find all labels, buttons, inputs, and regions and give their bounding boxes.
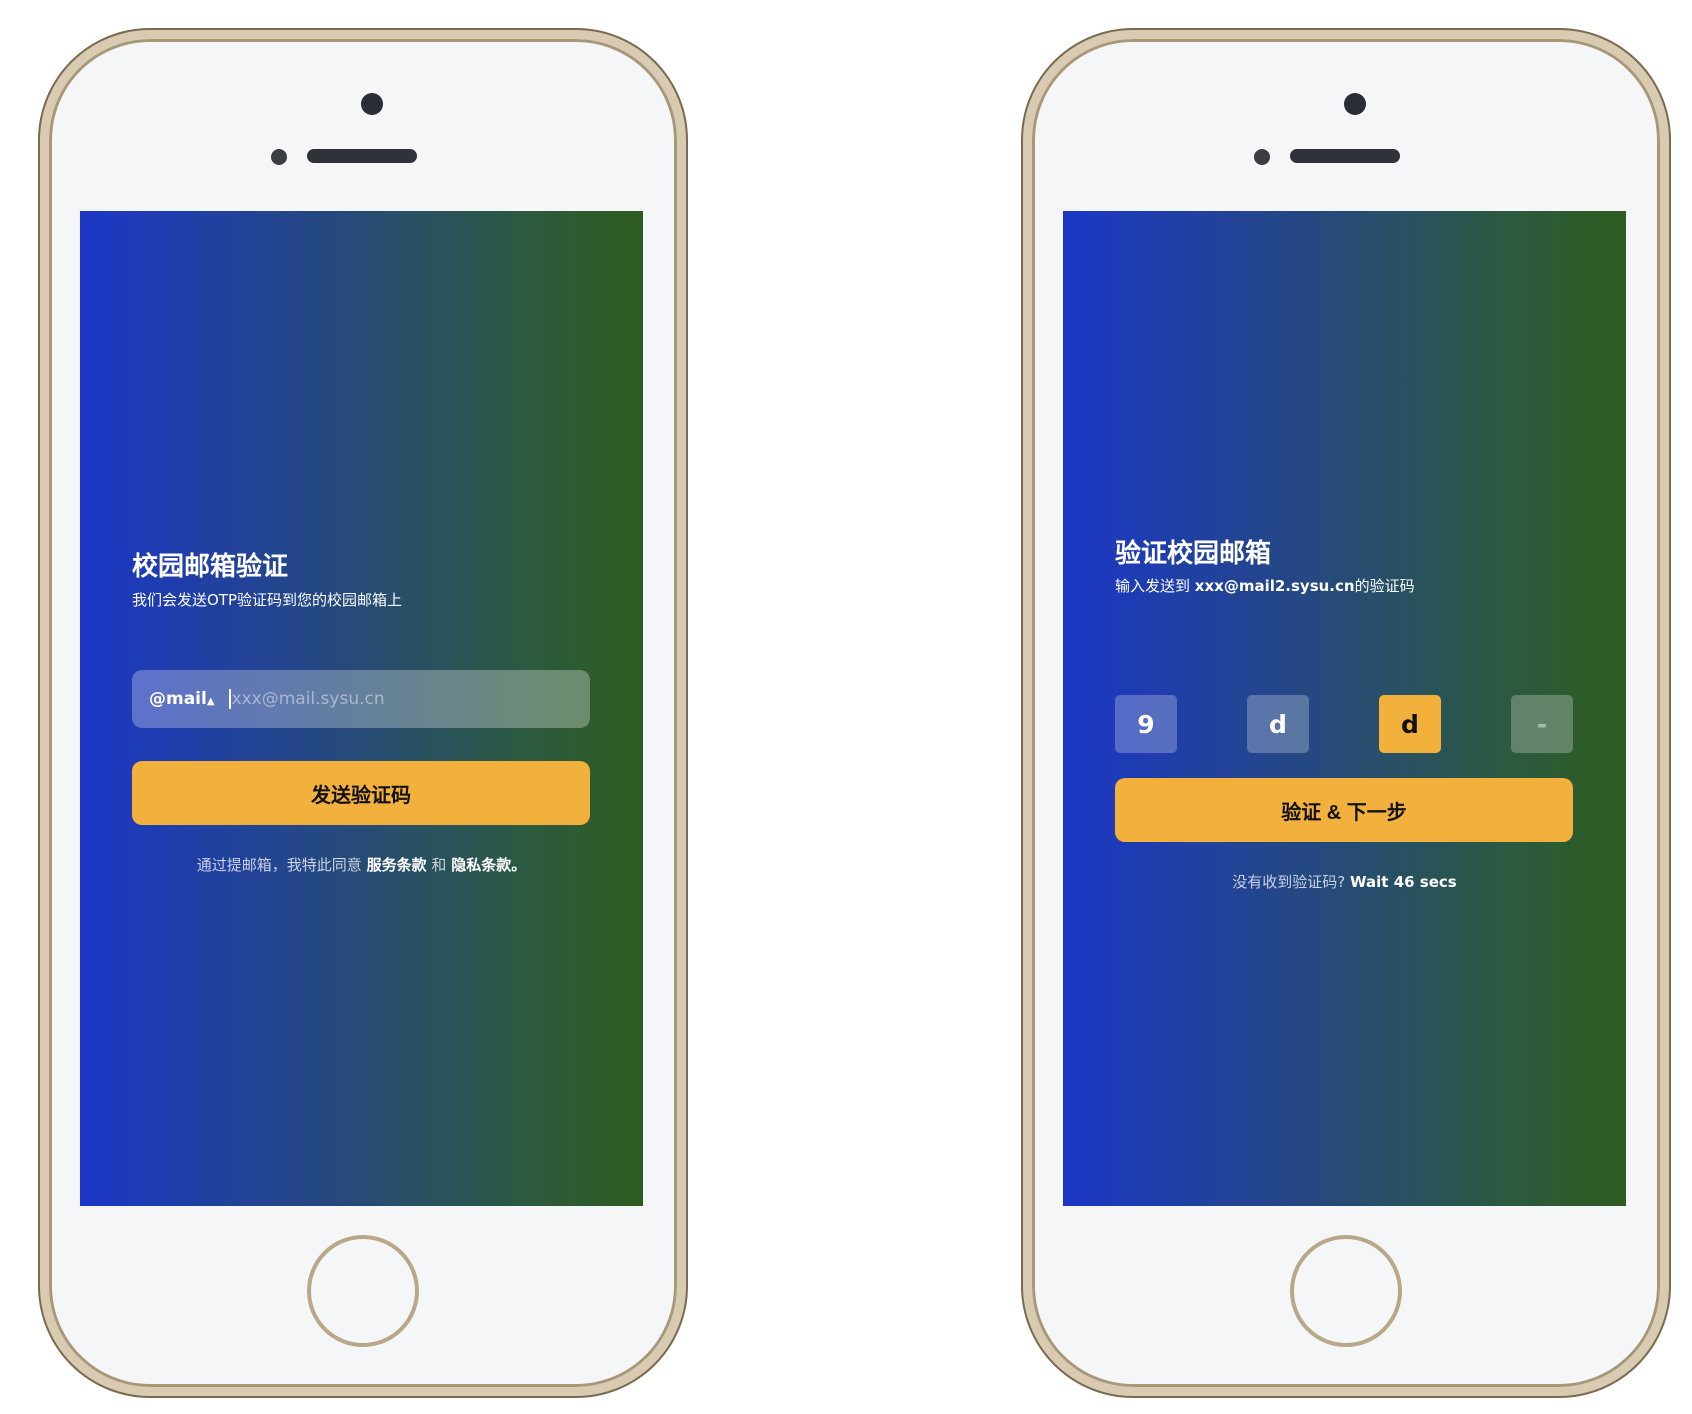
page-subtitle: 我们会发送OTP验证码到您的校园邮箱上 [132, 591, 403, 609]
resend-text: 没有收到验证码? Wait 46 secs [1063, 871, 1626, 892]
domain-select-label: @mail [149, 689, 207, 709]
email-input[interactable]: xxx@mail.sysu.cn [228, 689, 385, 709]
front-camera-icon [1344, 93, 1366, 115]
email-field[interactable]: @mail▲︎ xxx@mail.sysu.cn [132, 670, 590, 728]
terms-prefix: 通过提邮箱，我特此同意 [196, 856, 362, 874]
subtitle-prefix: 输入发送到 [1115, 577, 1191, 595]
otp-digit-1[interactable]: 9 [1115, 695, 1177, 753]
otp-verification-screen: 验证校园邮箱 输入发送到 xxx@mail2.sysu.cn的验证码 9 d d… [1063, 211, 1626, 1206]
privacy-policy-link[interactable]: 隐私条款。 [451, 856, 526, 874]
resend-timer[interactable]: Wait 46 secs [1350, 873, 1457, 891]
home-button[interactable] [1290, 1235, 1402, 1347]
speaker-icon [1290, 149, 1400, 163]
updown-chevron-icon: ▲︎ [206, 696, 215, 707]
otp-digit-2[interactable]: d [1247, 695, 1309, 753]
send-code-button[interactable]: 发送验证码 [132, 761, 590, 825]
page-subtitle: 输入发送到 xxx@mail2.sysu.cn的验证码 [1115, 575, 1415, 596]
terms-of-service-link[interactable]: 服务条款 [367, 856, 427, 874]
front-camera-icon [361, 93, 383, 115]
page-title: 校园邮箱验证 [132, 552, 289, 582]
sensor-icon [1254, 149, 1270, 165]
resend-prefix: 没有收到验证码? [1232, 873, 1346, 891]
terms-text: 通过提邮箱，我特此同意 服务条款 和 隐私条款。 [80, 854, 643, 875]
target-email: xxx@mail2.sysu.cn [1194, 577, 1355, 595]
domain-select[interactable]: @mail▲︎ [149, 689, 215, 709]
home-button[interactable] [307, 1235, 419, 1347]
otp-digit-3[interactable]: d [1379, 695, 1441, 753]
subtitle-suffix: 的验证码 [1354, 577, 1415, 595]
phone-frame-right: 验证校园邮箱 输入发送到 xxx@mail2.sysu.cn的验证码 9 d d… [1023, 30, 1669, 1396]
otp-digit-4[interactable]: - [1511, 695, 1573, 753]
page-title: 验证校园邮箱 [1115, 539, 1272, 569]
email-verification-screen: 校园邮箱验证 我们会发送OTP验证码到您的校园邮箱上 @mail▲︎ xxx@m… [80, 211, 643, 1206]
sensor-icon [271, 149, 287, 165]
terms-and: 和 [431, 856, 447, 874]
speaker-icon [307, 149, 417, 163]
verify-next-button[interactable]: 验证 & 下一步 [1115, 778, 1573, 842]
phone-frame-left: 校园邮箱验证 我们会发送OTP验证码到您的校园邮箱上 @mail▲︎ xxx@m… [40, 30, 686, 1396]
